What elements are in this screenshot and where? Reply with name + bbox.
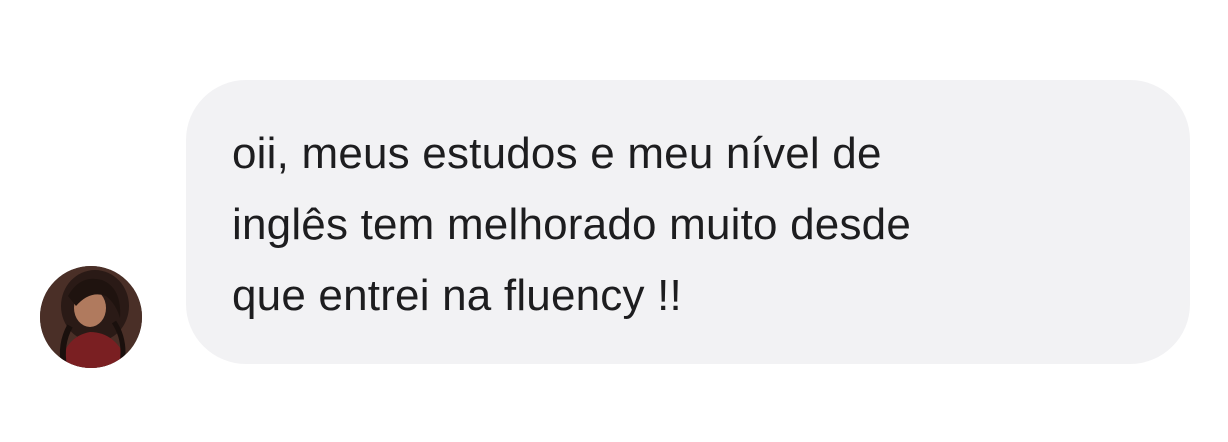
message-line: inglês tem melhorado muito desde <box>232 200 911 249</box>
message-row: oii, meus estudos e meu nível de inglês … <box>0 0 1228 442</box>
message-line: oii, meus estudos e meu nível de <box>232 129 882 178</box>
message-line: que entrei na fluency !! <box>232 271 682 320</box>
message-text: oii, meus estudos e meu nível de inglês … <box>232 118 1150 331</box>
profile-photo-icon <box>40 266 142 368</box>
avatar[interactable] <box>40 266 142 368</box>
message-bubble[interactable]: oii, meus estudos e meu nível de inglês … <box>186 80 1190 364</box>
